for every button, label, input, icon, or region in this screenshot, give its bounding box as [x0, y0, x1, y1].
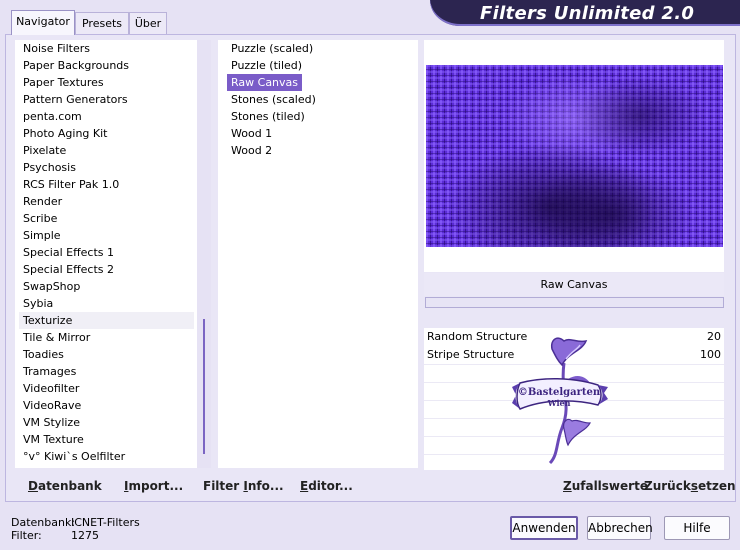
filter-item[interactable]: Puzzle (scaled)	[227, 40, 417, 57]
filter-item[interactable]: Raw Canvas	[227, 74, 417, 91]
preview-progress-bar	[425, 297, 724, 308]
apply-button[interactable]: Anwenden	[510, 516, 578, 540]
category-item[interactable]: Pattern Generators	[19, 91, 194, 108]
filter-item[interactable]: Wood 1	[227, 125, 417, 142]
cancel-button[interactable]: Abbrechen	[587, 516, 653, 540]
category-item[interactable]: Tile & Mirror	[19, 329, 194, 346]
app-title: Filters Unlimited 2.0	[480, 3, 695, 24]
status-filter-label: Filter:	[11, 529, 42, 542]
category-item[interactable]: VM Texture	[19, 431, 194, 448]
category-item[interactable]: Texturize	[19, 312, 194, 329]
filter-item[interactable]: Stones (tiled)	[227, 108, 417, 125]
filter-item-label: Stones (scaled)	[231, 93, 316, 106]
tab-uber[interactable]: Über	[129, 12, 167, 34]
category-item[interactable]: Simple	[19, 227, 194, 244]
filter-item[interactable]: Wood 2	[227, 142, 417, 159]
category-item[interactable]: Videofilter	[19, 380, 194, 397]
category-item[interactable]: RCS Filter Pak 1.0	[19, 176, 194, 193]
category-item[interactable]: Psychosis	[19, 159, 194, 176]
filter-item[interactable]: Puzzle (tiled)	[227, 57, 417, 74]
category-item[interactable]: Toadies	[19, 346, 194, 363]
preview-filter-name: Raw Canvas	[424, 273, 724, 296]
category-item[interactable]: Special Effects 1	[19, 244, 194, 261]
category-item[interactable]: Noise Filters	[19, 40, 194, 57]
category-item[interactable]: Tramages	[19, 363, 194, 380]
status-database-label: Datenbank:	[11, 516, 76, 529]
filter-item-label: Wood 1	[231, 127, 273, 140]
filter-list[interactable]: Puzzle (scaled) Puzzle (tiled) Raw Canvas S…	[218, 40, 418, 468]
category-item[interactable]: Pixelate	[19, 142, 194, 159]
reset-button[interactable]: Zurücksetzen	[644, 479, 736, 493]
category-item[interactable]: Scribe	[19, 210, 194, 227]
param-value[interactable]: 20	[707, 328, 721, 346]
filter-item-label: Puzzle (tiled)	[231, 59, 303, 72]
category-item[interactable]: Paper Textures	[19, 74, 194, 91]
filter-item-label: Puzzle (scaled)	[231, 42, 314, 55]
status-filter-value: 1275	[71, 529, 99, 542]
preview-image	[426, 65, 723, 247]
category-item[interactable]: Paper Backgrounds	[19, 57, 194, 74]
category-scrollbar-thumb[interactable]	[203, 319, 205, 454]
status-database-value: ICNET-Filters	[71, 516, 140, 529]
filter-info-button[interactable]: Filter Info...	[203, 479, 284, 493]
category-scrollbar[interactable]	[197, 40, 211, 468]
filter-item[interactable]: Stones (scaled)	[227, 91, 417, 108]
category-item[interactable]: °v° Kiwi`s Oelfilter	[19, 448, 194, 465]
category-item[interactable]: Special Effects 2	[19, 261, 194, 278]
param-label: Stripe Structure	[427, 348, 515, 361]
filter-item-label: Wood 2	[231, 144, 273, 157]
category-item[interactable]: Render	[19, 193, 194, 210]
category-item[interactable]: Sybia	[19, 295, 194, 312]
database-button[interactable]: Datenbank	[28, 479, 102, 493]
tab-navigator[interactable]: Navigator	[11, 10, 75, 35]
category-item[interactable]: VM Stylize	[19, 414, 194, 431]
svg-text:Wien: Wien	[547, 398, 571, 408]
filter-item-label: Raw Canvas	[227, 74, 303, 91]
filter-item-label: Stones (tiled)	[231, 110, 305, 123]
category-item[interactable]: penta.com	[19, 108, 194, 125]
watermark-emblem: ©Bastelgarten Wien	[512, 337, 608, 465]
editor-button[interactable]: Editor...	[300, 479, 353, 493]
import-button[interactable]: Import...	[124, 479, 183, 493]
help-button[interactable]: Hilfe	[664, 516, 730, 540]
tab-presets[interactable]: Presets	[75, 12, 129, 34]
category-list[interactable]: Noise Filters Paper Backgrounds Paper Text…	[15, 40, 211, 468]
category-item[interactable]: SwapShop	[19, 278, 194, 295]
svg-text:©Bastelgarten: ©Bastelgarten	[518, 387, 601, 398]
category-item[interactable]: VideoRave	[19, 397, 194, 414]
randomize-button[interactable]: Zufallswerte	[563, 479, 648, 493]
category-item[interactable]: Photo Aging Kit	[19, 125, 194, 142]
param-value[interactable]: 100	[700, 346, 721, 364]
